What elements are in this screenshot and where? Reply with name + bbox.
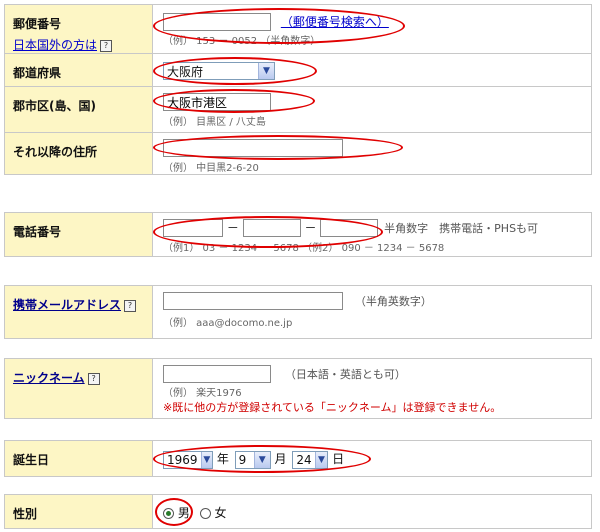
city-input[interactable] [163,93,271,111]
nickname-block: ニックネーム? （日本語・英語とも可） （例） 楽天1976 ※既に他の方が登録… [4,358,592,419]
prefecture-label: 都道府県 [13,66,62,80]
address-label-cell: それ以降の住所 [4,132,153,175]
month-unit: 月 [274,452,287,466]
birth-year-select[interactable]: 1969 ▼ [163,450,213,469]
address-label: それ以降の住所 [13,145,98,159]
phone-label-cell: 電話番号 [4,212,153,257]
prefecture-value: 大阪府 [167,64,204,79]
mobile-email-label[interactable]: 携帯メールアドレス [13,298,121,312]
chevron-down-icon[interactable]: ▼ [253,451,270,468]
chevron-down-icon[interactable]: ▼ [200,451,212,468]
postal-field-cell: （郵便番号検索へ） （例） 153 － 0052 （半角数字） [152,4,592,54]
gender-field-cell: 男 女 [152,494,592,529]
gender-male-label[interactable]: 男 [178,506,190,520]
phone-hint: （例1） 03 － 1234 － 5678 （例2） 090 － 1234 － … [163,243,445,254]
nickname-label[interactable]: ニックネーム [13,371,85,385]
city-label: 郡市区(島、国) [13,99,96,113]
gender-label-cell: 性別 [4,494,153,529]
birth-day-select[interactable]: 24 ▼ [292,450,329,469]
birthday-label-cell: 誕生日 [4,440,153,477]
gender-label: 性別 [13,507,38,521]
prefecture-label-cell: 都道府県 [4,53,153,87]
phone-label: 電話番号 [13,225,62,239]
gender-male-radio[interactable] [163,508,174,519]
chevron-down-icon[interactable]: ▼ [314,451,328,468]
mobile-email-field-cell: （半角英数字） （例） aaa@docomo.ne.jp [152,285,592,339]
birth-month-value: 9 [238,452,247,467]
help-icon[interactable]: ? [100,39,113,52]
phone-exchange-input[interactable] [242,219,301,237]
gender-female-label[interactable]: 女 [215,506,227,520]
nickname-input[interactable] [163,365,271,383]
nickname-note: （日本語・英語とも可） [284,368,406,381]
birthday-label: 誕生日 [13,453,50,467]
city-label-cell: 郡市区(島、国) [4,86,153,133]
birthday-field-cell: 1969 ▼ 年 9 ▼ 月 24 ▼ 日 [152,440,592,477]
birth-month-select[interactable]: 9 ▼ [234,450,271,469]
mobile-email-label-cell: 携帯メールアドレス? [4,285,153,339]
phone-field-cell: － － 半角数字 携帯電話・PHSも可 （例1） 03 － 1234 － 567… [152,212,592,257]
city-field-cell: （例） 目黒区 / 八丈島 [152,86,592,133]
day-unit: 日 [332,452,345,466]
help-icon[interactable]: ? [87,372,100,385]
nickname-hint: （例） 楽天1976 [163,388,242,399]
postal-hint: （例） 153 － 0052 （半角数字） [163,36,321,47]
phone-number-input[interactable] [320,219,379,237]
phone-separator: － [226,221,239,235]
help-icon[interactable]: ? [124,299,137,312]
address-field-cell: （例） 中目黒2-6-20 [152,132,592,175]
gender-block: 性別 男 女 [4,494,592,529]
nickname-field-cell: （日本語・英語とも可） （例） 楽天1976 ※既に他の方が登録されている「ニッ… [152,358,592,419]
birthday-block: 誕生日 1969 ▼ 年 9 ▼ 月 24 ▼ 日 [4,440,592,477]
birth-year-value: 1969 [167,452,198,467]
overseas-link[interactable]: 日本国外の方は? [13,36,152,53]
prefecture-select[interactable]: 大阪府 ▼ [163,62,275,80]
chevron-down-icon[interactable]: ▼ [258,63,274,79]
city-hint: （例） 目黒区 / 八丈島 [163,117,266,128]
postal-search-link[interactable]: （郵便番号検索へ） [281,15,389,29]
phone-note: 半角数字 携帯電話・PHSも可 [384,222,539,235]
mobile-email-note: （半角英数字） [354,295,432,308]
postal-label-cell: 郵便番号 日本国外の方は? [4,4,153,54]
birth-day-value: 24 [296,452,312,467]
mobile-email-hint: （例） aaa@docomo.ne.jp [163,318,293,329]
mobile-email-input[interactable] [163,292,343,310]
address-block: 郵便番号 日本国外の方は? （郵便番号検索へ） （例） 153 － 0052 （… [4,4,592,175]
phone-separator: － [304,221,317,235]
gender-female-radio[interactable] [199,508,211,519]
year-unit: 年 [216,452,229,466]
nickname-label-cell: ニックネーム? [4,358,153,419]
phone-block: 電話番号 － － 半角数字 携帯電話・PHSも可 （例1） 03 － 1234 … [4,212,592,257]
prefecture-field-cell: 大阪府 ▼ [152,53,592,87]
nickname-warning: ※既に他の方が登録されている「ニックネーム」は登録できません。 [163,401,502,414]
phone-area-input[interactable] [163,219,223,237]
mobile-email-block: 携帯メールアドレス? （半角英数字） （例） aaa@docomo.ne.jp [4,285,592,339]
address-input[interactable] [163,139,343,157]
postal-code-input[interactable] [163,13,271,31]
postal-label: 郵便番号 [13,17,62,31]
address-hint: （例） 中目黒2-6-20 [163,163,259,174]
